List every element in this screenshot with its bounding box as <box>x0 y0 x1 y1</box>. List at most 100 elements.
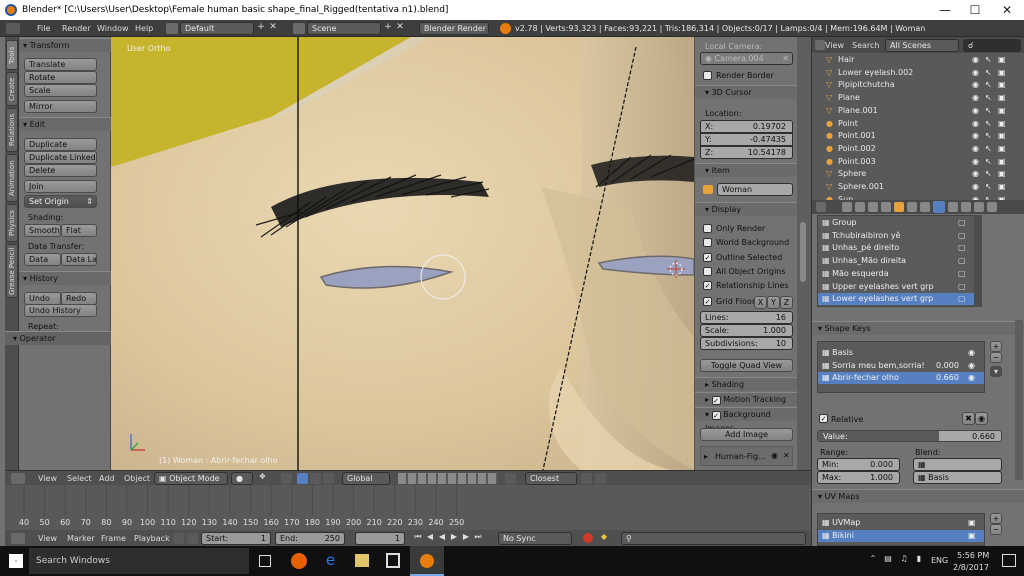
particles-tab-icon[interactable] <box>974 202 984 212</box>
start-frame-field[interactable]: Start: 1 <box>201 532 271 545</box>
data-layout-button[interactable]: Data Lay <box>61 253 97 266</box>
edit-panel-header[interactable]: ▾ Edit <box>19 117 111 131</box>
timeline[interactable]: 40 50 60 70 80 90 100 110 120 130 140 150 160 170 180 1… <box>5 485 811 530</box>
grid-floor-checkbox[interactable]: ✓ <box>703 297 712 306</box>
undo-history-button[interactable]: Undo History <box>24 304 97 317</box>
cursor-icon[interactable]: ↖ <box>985 155 992 168</box>
range-max-field[interactable]: Max: 1.000 <box>817 471 900 484</box>
clock-time[interactable]: 5:56 PM <box>957 551 989 560</box>
layer-buttons[interactable] <box>398 473 498 484</box>
toggle-quad-view-button[interactable]: Toggle Quad View <box>700 359 793 372</box>
eye-icon[interactable]: ◉ <box>968 360 975 372</box>
history-panel-header[interactable]: ▾ History <box>19 271 111 285</box>
close-button[interactable]: ✕ <box>992 3 1022 17</box>
editor-type-icon[interactable] <box>11 533 25 544</box>
menu-file[interactable]: File <box>37 24 50 33</box>
outliner-search-field[interactable]: ☌ <box>963 39 1021 52</box>
use-preview-range-icon[interactable] <box>173 533 184 544</box>
clear-camera-icon[interactable]: ✕ <box>782 54 789 64</box>
vertex-groups-scrollbar[interactable] <box>974 215 982 307</box>
render-uv-icon[interactable]: ▣ <box>968 517 976 529</box>
only-render-checkbox[interactable] <box>703 224 712 233</box>
remove-uv-map-button[interactable]: − <box>990 524 1002 535</box>
clock-date[interactable]: 2/8/2017 <box>953 563 989 572</box>
render-tab-icon[interactable] <box>842 202 852 212</box>
shape-key-item[interactable]: ▦ Basis ◉ <box>818 347 984 359</box>
grid-subdivisions-field[interactable]: Subdivisions: 10 <box>700 337 793 350</box>
prev-keyframe-icon[interactable]: ◀ <box>425 533 435 543</box>
shape-key-item[interactable]: ▦ Abrir-fechar olho 0.660 ◉ <box>818 372 984 385</box>
pivot-point-icon[interactable]: ❖ <box>257 473 268 484</box>
outliner-row[interactable]: ▽ Sphere.001 ◉ ↖ ▣ <box>812 180 1024 193</box>
motion-tracking-panel-header[interactable]: ▸ ✓ Motion Tracking <box>695 392 798 406</box>
cursor-icon[interactable]: ↖ <box>985 142 992 155</box>
add-shape-key-button[interactable]: + <box>990 341 1002 352</box>
sync-mode-selector[interactable]: No Sync <box>498 532 572 545</box>
taskbar-search-box[interactable]: Search Windows <box>29 548 249 574</box>
add-image-button[interactable]: Add Image <box>700 428 793 441</box>
cursor-icon[interactable]: ↖ <box>985 91 992 104</box>
object-menu[interactable]: Object <box>124 474 150 483</box>
orientation-selector[interactable]: Global <box>342 472 390 485</box>
duplicate-linked-button[interactable]: Duplicate Linked <box>24 151 97 164</box>
shading-panel-header[interactable]: ▸ Shading <box>695 377 798 391</box>
render-border-checkbox[interactable] <box>703 71 712 80</box>
cursor-icon[interactable]: ↖ <box>985 78 992 91</box>
vertex-group-item[interactable]: ▦ Unhas_pé direito ▢ <box>818 242 981 254</box>
layers-tab-icon[interactable] <box>855 202 865 212</box>
playback-menu[interactable]: Playback <box>134 534 170 543</box>
local-camera-field[interactable]: ◉ Camera.004 ✕ <box>700 52 793 65</box>
lock-icon[interactable]: ▢ <box>958 217 966 229</box>
outliner-view-menu[interactable]: View <box>825 41 844 50</box>
camera-icon[interactable]: ▣ <box>998 167 1006 180</box>
eye-icon[interactable]: ◉ <box>771 451 778 460</box>
eye-icon[interactable]: ◉ <box>968 372 975 384</box>
blend-basis-field[interactable]: ▦ Basis <box>913 471 1002 484</box>
camera-icon[interactable]: ▣ <box>998 117 1006 130</box>
blend-vertex-group-field[interactable]: ▦ <box>913 458 1002 471</box>
eye-icon[interactable]: ◉ <box>972 167 979 180</box>
jump-end-icon[interactable]: ⏭ <box>473 533 483 543</box>
menu-render[interactable]: Render <box>62 24 90 33</box>
outliner-row[interactable]: ▽ Lower eyelash.002 ◉ ↖ ▣ <box>812 66 1024 79</box>
camera-icon[interactable]: ▣ <box>998 193 1006 200</box>
keying-set-icon[interactable]: ◆ <box>599 533 609 543</box>
material-tab-icon[interactable] <box>948 202 958 212</box>
editor-type-icon[interactable] <box>11 473 25 484</box>
editor-type-icon[interactable] <box>815 40 825 50</box>
view-menu[interactable]: View <box>38 474 57 483</box>
cursor-z-field[interactable]: Z: 10.54178 <box>700 146 793 159</box>
marker-menu[interactable]: Marker <box>67 534 95 543</box>
outliner-row[interactable]: ● Point ◉ ↖ ▣ <box>812 117 1024 130</box>
lock-icon[interactable]: ▢ <box>958 293 966 305</box>
cursor-icon[interactable]: ↖ <box>985 180 992 193</box>
outliner-row[interactable]: ▽ Pipipitchutcha ◉ ↖ ▣ <box>812 78 1024 91</box>
next-keyframe-icon[interactable]: ▶ <box>461 533 471 543</box>
cursor-icon[interactable]: ↖ <box>985 167 992 180</box>
scrollbar-thumb[interactable] <box>800 222 806 282</box>
eye-icon[interactable]: ◉ <box>972 78 979 91</box>
network-icon[interactable]: ▤ <box>883 555 893 565</box>
mode-selector[interactable]: ▣ Object Mode <box>154 472 228 485</box>
camera-icon[interactable]: ▣ <box>998 155 1006 168</box>
uv-map-item[interactable]: ▦ Bikini ▣ <box>818 530 984 542</box>
render-engine-selector[interactable]: Blender Render <box>419 22 489 35</box>
render-preview-icon[interactable] <box>595 473 606 484</box>
task-view-icon[interactable] <box>259 555 271 567</box>
lock-icon[interactable]: ▢ <box>958 281 966 293</box>
vertex-group-item[interactable]: ▦ Group ▢ <box>818 217 981 229</box>
lock-icon[interactable]: ▢ <box>958 268 966 280</box>
eye-icon[interactable]: ◉ <box>972 129 979 142</box>
eye-icon[interactable]: ◉ <box>972 193 979 200</box>
remove-shape-key-button[interactable]: − <box>990 352 1002 363</box>
translate-manipulator-icon[interactable] <box>297 473 308 484</box>
shape-keys-panel-header[interactable]: ▾ Shape Keys <box>812 321 1024 335</box>
tray-chevron-icon[interactable]: ⌃ <box>868 555 878 565</box>
eye-icon[interactable]: ◉ <box>972 66 979 79</box>
minimize-button[interactable]: — <box>930 3 960 17</box>
language-indicator[interactable]: ENG <box>931 556 948 565</box>
rotate-button[interactable]: Rotate <box>24 71 97 84</box>
shape-key-specials-button[interactable]: ▾ <box>990 366 1002 377</box>
add-uv-map-button[interactable]: + <box>990 513 1002 524</box>
outliner-row[interactable]: ● Point.003 ◉ ↖ ▣ <box>812 155 1024 168</box>
